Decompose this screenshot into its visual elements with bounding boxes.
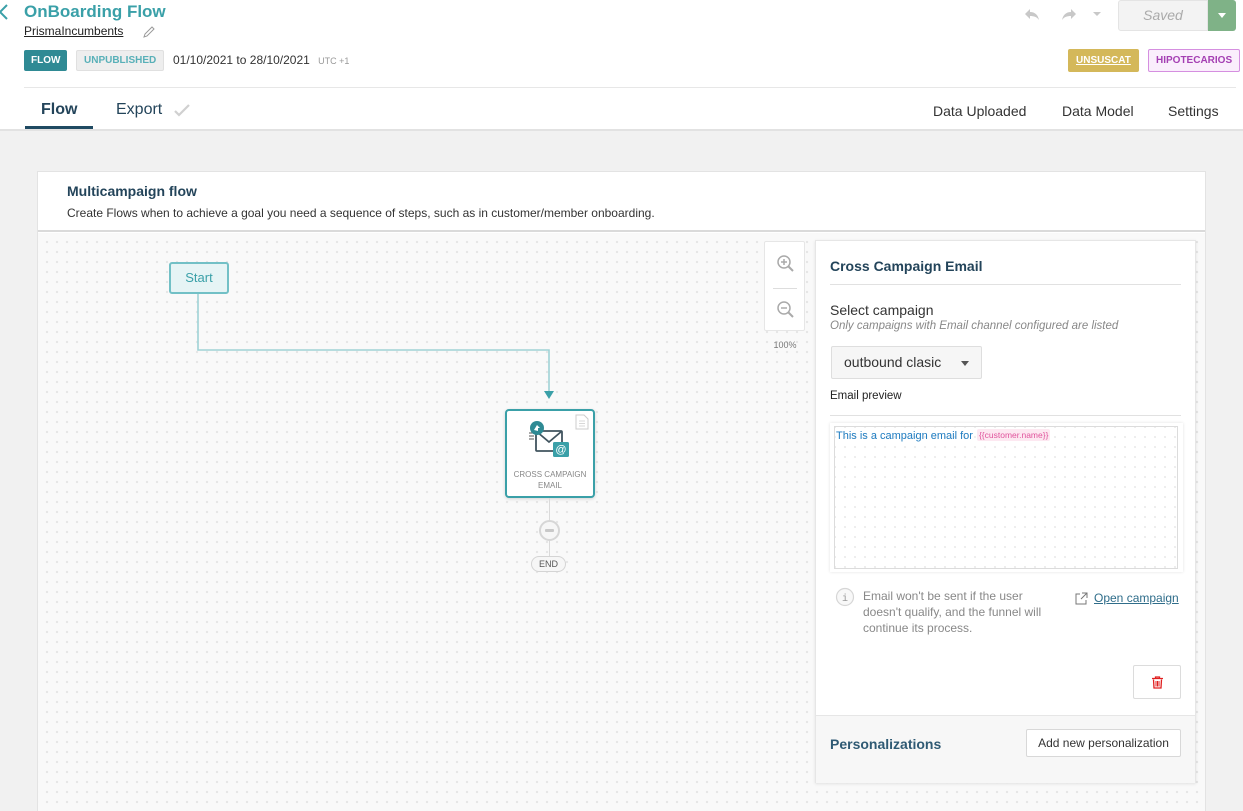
- add-personalization-button[interactable]: Add new personalization: [1026, 729, 1181, 757]
- variable-chip: {{customer.name}}: [976, 429, 1051, 441]
- check-icon: [174, 104, 190, 117]
- zoom-controls: [764, 241, 805, 331]
- date-end: 28/10/2021: [249, 53, 310, 67]
- node-label: CROSS CAMPAIGN EMAIL: [513, 470, 587, 490]
- email-preview-frame: This is a campaign email for {{customer.n…: [834, 426, 1178, 569]
- redo-icon[interactable]: [1060, 6, 1078, 22]
- flow-canvas[interactable]: Start @ CROSS CAMPAIGN EMAIL END 100% Cr…: [38, 233, 1205, 811]
- date-start: 01/10/2021: [173, 53, 234, 67]
- header-divider: [24, 87, 1236, 88]
- flow-title: OnBoarding Flow: [24, 2, 166, 21]
- remove-step-button[interactable]: [539, 520, 560, 541]
- panel-divider: [830, 284, 1181, 285]
- back-chevron-icon[interactable]: [0, 2, 10, 22]
- tag-hipotecarios[interactable]: HIPOTECARIOS: [1148, 49, 1241, 72]
- status-badge: UNPUBLISHED: [76, 50, 165, 71]
- type-badge: FLOW: [24, 50, 68, 71]
- pencil-icon[interactable]: [141, 24, 157, 40]
- timezone: UTC +1: [318, 56, 350, 66]
- zoom-level: 100%: [773, 340, 797, 350]
- step-settings-panel: Cross Campaign Email Select campaign Onl…: [815, 240, 1196, 783]
- preview-body: This is a campaign email for: [836, 430, 973, 442]
- undo-icon[interactable]: [1023, 6, 1041, 22]
- svg-text:@: @: [555, 444, 566, 456]
- tab-export[interactable]: Export: [116, 101, 162, 119]
- document-icon[interactable]: [575, 414, 589, 430]
- project-link[interactable]: PrismaIncumbents: [24, 24, 123, 38]
- active-tab-indicator: [25, 126, 93, 129]
- date-separator: to: [236, 53, 247, 67]
- campaign-select[interactable]: outbound clasic: [831, 346, 982, 379]
- personalizations-title: Personalizations: [830, 736, 942, 752]
- end-node: END: [531, 556, 566, 572]
- nav-data-uploaded[interactable]: Data Uploaded: [933, 103, 1026, 119]
- email-preview: This is a campaign email for {{customer.n…: [830, 423, 1183, 572]
- personalizations-section: Personalizations Add new personalization: [816, 715, 1195, 783]
- select-campaign-hint: Only campaigns with Email channel config…: [830, 320, 1119, 332]
- zoom-divider: [773, 288, 797, 289]
- select-campaign-label: Select campaign: [830, 302, 934, 318]
- card-title: Multicampaign flow: [67, 183, 197, 199]
- delete-step-button[interactable]: [1133, 665, 1181, 699]
- zoom-out-icon[interactable]: [776, 300, 796, 320]
- panel-divider: [830, 415, 1181, 416]
- info-icon: i: [835, 587, 855, 607]
- open-campaign-link[interactable]: Open campaign: [1094, 591, 1179, 605]
- info-message: Email won't be sent if the user doesn't …: [863, 589, 1042, 635]
- history-dropdown-icon[interactable]: [1091, 6, 1103, 22]
- campaign-select-value: outbound clasic: [844, 354, 942, 370]
- card-description: Create Flows when to achieve a goal you …: [67, 206, 655, 220]
- tab-flow[interactable]: Flow: [41, 101, 77, 119]
- saved-button[interactable]: Saved: [1118, 0, 1208, 31]
- save-options-dropdown[interactable]: [1208, 0, 1236, 31]
- tag-unsuscat[interactable]: UNSUSCAT: [1068, 49, 1139, 72]
- panel-title: Cross Campaign Email: [830, 258, 983, 274]
- zoom-in-icon[interactable]: [776, 254, 796, 274]
- email-preview-text: This is a campaign email for {{customer.n…: [836, 429, 1051, 442]
- email-preview-label: Email preview: [830, 390, 902, 402]
- trash-icon: [1152, 676, 1163, 689]
- nav-data-model[interactable]: Data Model: [1062, 103, 1134, 119]
- cross-campaign-email-icon: @: [529, 421, 569, 457]
- cross-campaign-email-node[interactable]: @ CROSS CAMPAIGN EMAIL: [505, 409, 595, 498]
- app-header: OnBoarding Flow PrismaIncumbents FLOW UN…: [0, 0, 1243, 131]
- external-link-icon[interactable]: [1075, 592, 1088, 605]
- flow-card: Multicampaign flow Create Flows when to …: [37, 171, 1206, 811]
- start-node[interactable]: Start: [169, 262, 229, 294]
- svg-text:i: i: [842, 593, 848, 605]
- nav-settings[interactable]: Settings: [1168, 103, 1219, 119]
- card-header: Multicampaign flow Create Flows when to …: [38, 172, 1205, 232]
- date-range: 01/10/2021 to 28/10/2021 UTC +1: [173, 53, 349, 67]
- chevron-down-icon: [961, 361, 969, 366]
